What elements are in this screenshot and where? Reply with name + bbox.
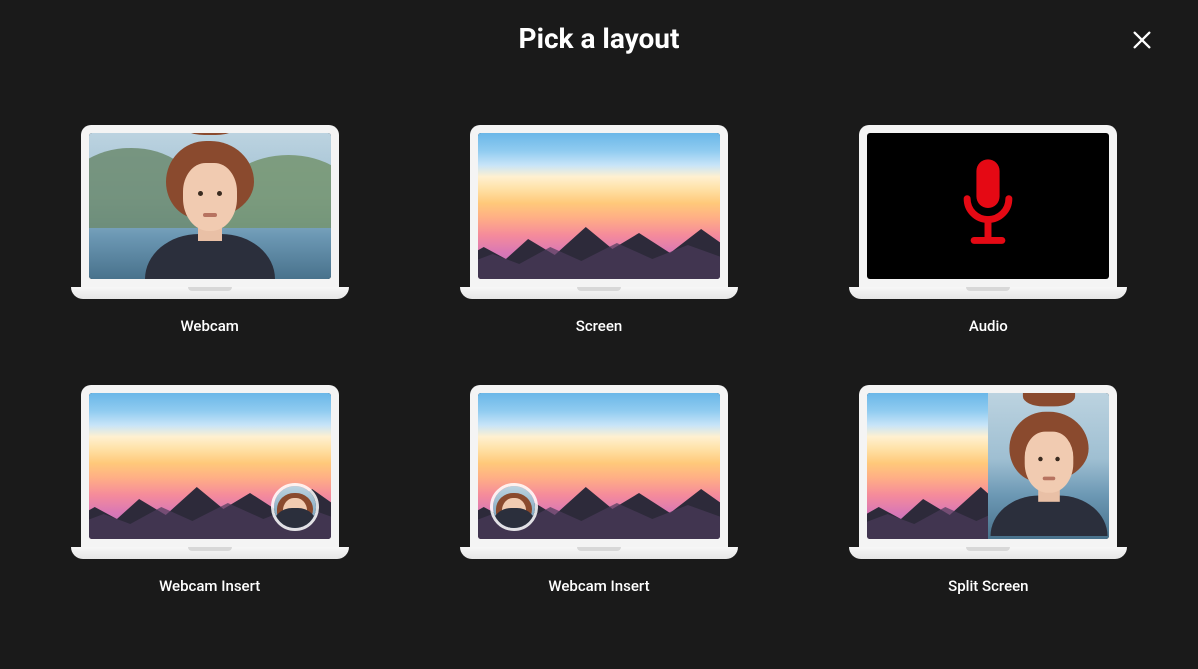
layout-grid: Webcam Screen (0, 55, 1198, 595)
layout-option-webcam-insert-left[interactable]: Webcam Insert (459, 385, 738, 595)
laptop-preview (849, 125, 1127, 299)
layout-option-webcam[interactable]: Webcam (70, 125, 349, 335)
laptop-preview (849, 385, 1127, 559)
layout-option-label: Split Screen (948, 577, 1028, 595)
dialog-title: Pick a layout (0, 22, 1198, 55)
webcam-insert-bubble (271, 483, 319, 531)
laptop-preview (71, 125, 349, 299)
webcam-insert-bubble (490, 483, 538, 531)
layout-option-label: Audio (969, 317, 1008, 335)
split-preview (867, 393, 1109, 539)
webcam-preview-image (89, 133, 331, 279)
layout-option-label: Webcam Insert (548, 577, 649, 595)
screen-preview-image (478, 133, 720, 279)
microphone-icon (953, 157, 1023, 256)
laptop-preview (460, 125, 738, 299)
layout-option-screen[interactable]: Screen (459, 125, 738, 335)
close-icon (1131, 29, 1153, 55)
layout-option-label: Webcam (180, 317, 238, 335)
laptop-preview (460, 385, 738, 559)
audio-preview (867, 133, 1109, 279)
close-button[interactable] (1128, 28, 1156, 56)
laptop-preview (71, 385, 349, 559)
layout-option-label: Webcam Insert (159, 577, 260, 595)
layout-option-split-screen[interactable]: Split Screen (849, 385, 1128, 595)
layout-option-audio[interactable]: Audio (849, 125, 1128, 335)
layout-option-webcam-insert-right[interactable]: Webcam Insert (70, 385, 349, 595)
layout-option-label: Screen (576, 317, 623, 335)
